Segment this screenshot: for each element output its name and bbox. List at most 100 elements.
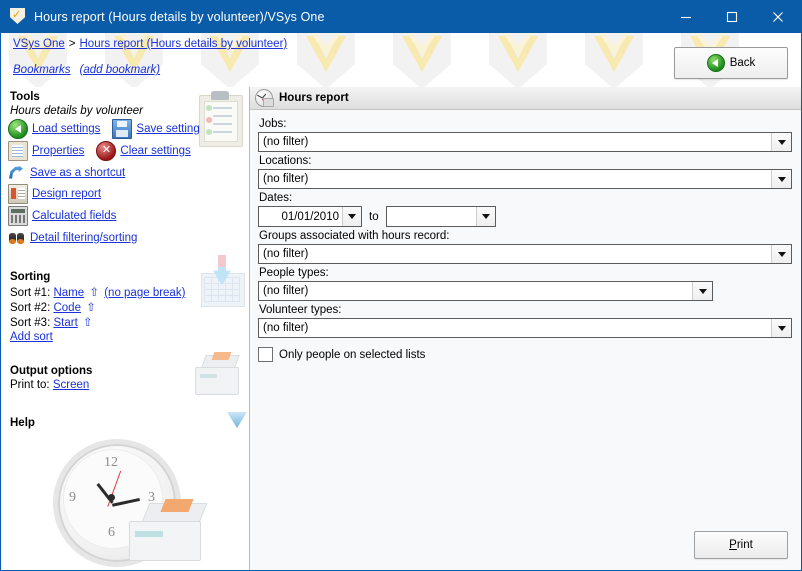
- add-sort-link[interactable]: Add sort: [10, 331, 53, 343]
- breadcrumb: VSys One > Hours report (Hours details by …: [13, 38, 287, 50]
- body: 12 3 6 9 Tools Hours details by voluntee…: [1, 87, 801, 570]
- print-to-value[interactable]: Screen: [53, 379, 89, 391]
- people-types-value: (no filter): [263, 285, 309, 297]
- chevron-down-icon[interactable]: [692, 282, 712, 300]
- print-to-label: Print to:: [10, 379, 50, 391]
- window-controls: [663, 1, 801, 33]
- detail-filtering-link[interactable]: Detail filtering/sorting: [30, 232, 137, 244]
- sort-3-field[interactable]: Start: [53, 317, 77, 329]
- sort-2-prefix: Sort #2:: [10, 302, 51, 314]
- tools-row-4: Design report: [8, 184, 249, 204]
- calculated-fields-link[interactable]: Calculated fields: [32, 210, 116, 222]
- application-window: ✓ Hours report (Hours details by volunte…: [0, 0, 802, 571]
- volunteer-types-label: Volunteer types:: [259, 304, 342, 316]
- tools-row-6: Detail filtering/sorting: [8, 228, 249, 247]
- shortcut-icon: [8, 164, 26, 182]
- locations-dropdown[interactable]: (no filter): [258, 169, 792, 189]
- save-settings-icon: [112, 119, 133, 139]
- groups-dropdown[interactable]: (no filter): [258, 244, 792, 264]
- sort-row-2: Sort #2: Code ⇧: [10, 300, 249, 314]
- people-types-label: People types:: [259, 267, 329, 279]
- panel-header: Hours report: [250, 87, 801, 110]
- sidebar: 12 3 6 9 Tools Hours details by voluntee…: [1, 87, 250, 570]
- date-range-row: 01/01/2010 to: [258, 206, 792, 227]
- help-heading: Help: [10, 417, 35, 429]
- calculated-fields-icon: [8, 206, 28, 226]
- volunteer-types-dropdown[interactable]: (no filter): [258, 318, 792, 338]
- tools-row-1: Load settings Save settings: [8, 119, 249, 139]
- clock-printer-watermark: 12 3 6 9: [53, 439, 213, 567]
- bookmarks-bar: Bookmarks (add bookmark): [13, 64, 160, 76]
- chevron-down-icon[interactable]: [771, 319, 791, 337]
- binoculars-icon: [8, 229, 26, 247]
- sort-row-1: Sort #1: Name ⇧ (no page break): [10, 285, 249, 299]
- chevron-down-icon[interactable]: [771, 133, 791, 151]
- sorting-heading: Sorting: [10, 271, 51, 283]
- print-button-label: rint: [736, 539, 753, 551]
- sort-1-prefix: Sort #1:: [10, 287, 51, 299]
- calendar-chevron-icon[interactable]: [475, 207, 495, 226]
- groups-label: Groups associated with hours record:: [259, 230, 450, 242]
- vsys-shield-icon: ✓: [9, 8, 27, 26]
- only-selected-lists-checkbox[interactable]: [258, 347, 273, 362]
- save-shortcut-link[interactable]: Save as a shortcut: [30, 167, 125, 179]
- close-icon[interactable]: [755, 1, 801, 33]
- people-types-dropdown[interactable]: (no filter): [258, 281, 713, 301]
- window-title: Hours report (Hours details by volunteer…: [34, 10, 325, 24]
- add-sort-row: Add sort: [10, 331, 249, 343]
- load-settings-link[interactable]: Load settings: [32, 123, 100, 135]
- sort-3-direction[interactable]: ⇧: [83, 317, 93, 329]
- properties-link[interactable]: Properties: [32, 145, 84, 157]
- tools-subtitle: Hours details by volunteer: [10, 105, 143, 117]
- date-from-input[interactable]: 01/01/2010: [258, 206, 362, 227]
- breadcrumb-current[interactable]: Hours report (Hours details by volunteer…: [80, 38, 288, 50]
- only-selected-lists-label: Only people on selected lists: [279, 348, 426, 361]
- report-panel: Hours report Jobs: (no filter) Locations…: [250, 87, 801, 570]
- calendar-chevron-icon[interactable]: [342, 207, 361, 226]
- design-report-icon: [8, 184, 28, 204]
- chevron-down-icon[interactable]: [771, 245, 791, 263]
- clear-settings-icon: ✕: [96, 141, 117, 161]
- locations-label: Locations:: [259, 155, 312, 167]
- sort-1-field[interactable]: Name: [53, 287, 84, 299]
- print-to-row: Print to: Screen: [10, 379, 249, 391]
- dates-label: Dates:: [259, 192, 293, 204]
- chevron-down-icon[interactable]: [771, 170, 791, 188]
- jobs-label: Jobs:: [259, 118, 287, 130]
- date-to-input[interactable]: [385, 206, 496, 227]
- bookmarks-link[interactable]: Bookmarks: [13, 64, 71, 76]
- back-button-label: Back: [729, 57, 756, 69]
- panel-title: Hours report: [279, 92, 349, 104]
- print-button[interactable]: Print: [694, 531, 788, 559]
- save-settings-link[interactable]: Save settings: [136, 123, 205, 135]
- back-button[interactable]: Back: [674, 47, 788, 79]
- locations-value: (no filter): [263, 173, 309, 185]
- properties-icon: [8, 141, 28, 161]
- sort-2-field[interactable]: Code: [53, 302, 81, 314]
- jobs-dropdown[interactable]: (no filter): [258, 132, 792, 152]
- sort-1-page-break[interactable]: (no page break): [104, 287, 185, 299]
- volunteer-types-value: (no filter): [263, 322, 309, 334]
- clear-settings-link[interactable]: Clear settings: [120, 145, 190, 157]
- maximize-icon[interactable]: [709, 1, 755, 33]
- only-selected-lists-row: Only people on selected lists: [258, 347, 792, 362]
- sort-1-direction[interactable]: ⇧: [89, 287, 99, 299]
- minimize-icon[interactable]: [663, 1, 709, 33]
- breadcrumb-home[interactable]: VSys One: [13, 38, 65, 50]
- jobs-value: (no filter): [263, 136, 309, 148]
- sort-row-3: Sort #3: Start ⇧: [10, 315, 249, 329]
- sort-2-direction[interactable]: ⇧: [86, 302, 96, 314]
- back-arrow-icon: [706, 54, 725, 72]
- report-form: Jobs: (no filter) Locations: (no filter)…: [250, 110, 801, 362]
- title-bar: ✓ Hours report (Hours details by volunte…: [1, 1, 801, 33]
- tools-row-5: Calculated fields: [8, 206, 249, 226]
- tools-row-3: Save as a shortcut: [8, 163, 249, 182]
- clock-printer-icon: [254, 88, 274, 108]
- breadcrumb-separator: >: [68, 38, 76, 50]
- header-band: VSys One > Hours report (Hours details by …: [1, 33, 801, 87]
- load-settings-icon: [8, 119, 28, 139]
- design-report-link[interactable]: Design report: [32, 188, 101, 200]
- date-to-label: to: [369, 210, 379, 223]
- add-bookmark-link[interactable]: (add bookmark): [80, 64, 161, 76]
- tools-row-2: Properties ✕ Clear settings: [8, 141, 249, 161]
